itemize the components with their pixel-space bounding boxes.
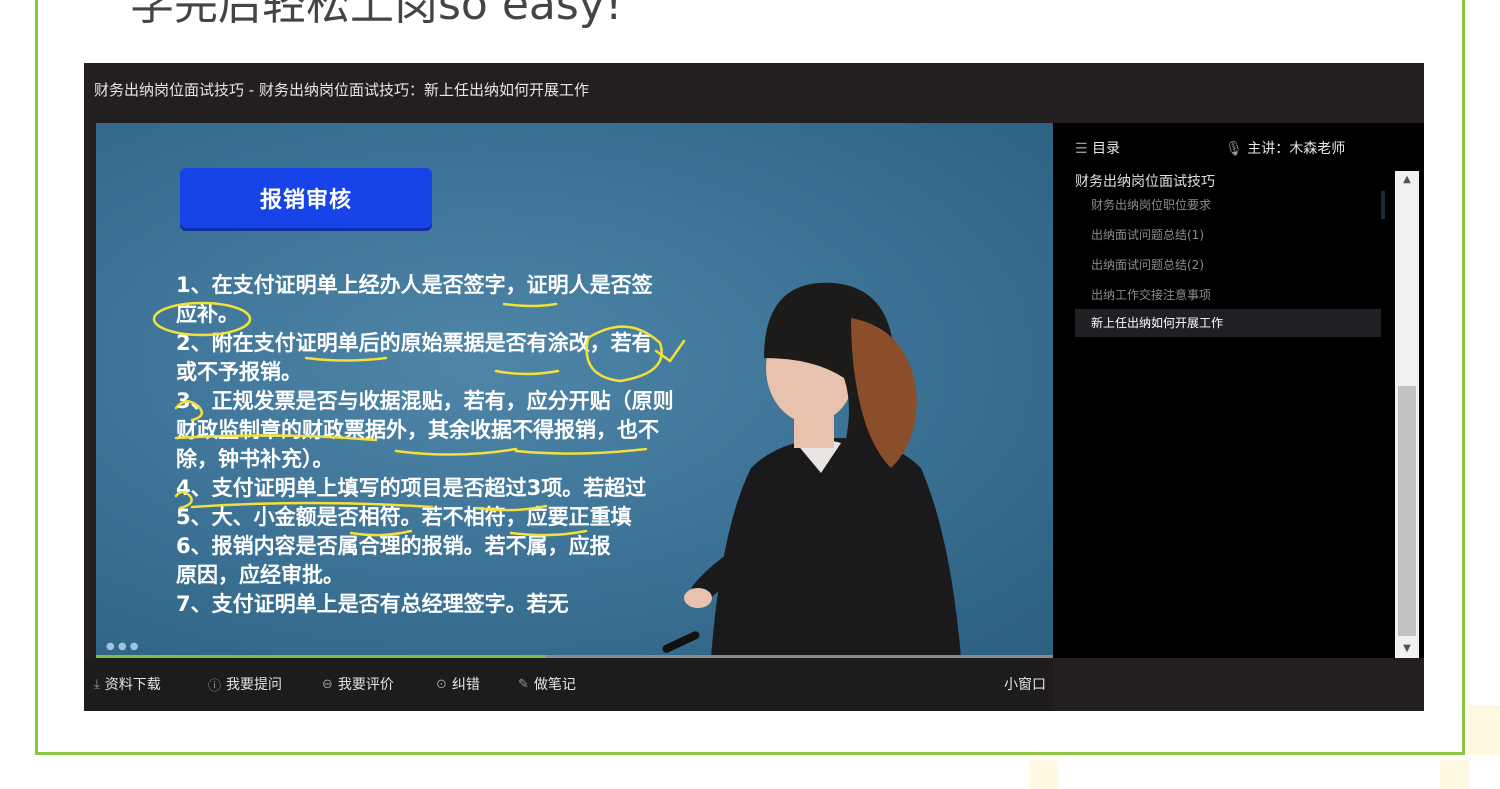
pen-icon: ✎ — [518, 676, 529, 692]
teacher-info: 🎙 主讲：木森老师 — [1225, 138, 1345, 158]
scroll-up-icon[interactable]: ▲ — [1395, 171, 1419, 189]
scroll-down-icon[interactable]: ▼ — [1395, 640, 1419, 658]
progress-indicator-dots: ● ● ● — [106, 641, 139, 652]
scrollbar-thumb[interactable] — [1398, 386, 1416, 636]
take-notes-button[interactable]: ✎ 做笔记 — [518, 674, 576, 694]
mini-window-button[interactable]: 小窗口 — [1004, 674, 1046, 694]
sidebar-scrollbar[interactable]: ▲ ▼ — [1395, 171, 1419, 658]
question-icon: ⓘ — [208, 678, 222, 694]
lesson-item[interactable]: 出纳工作交接注意事项 — [1075, 281, 1381, 309]
control-bar: ⤓ 资料下载 ⓘ 我要提问 ⊖ 我要评价 ⊙ 纠错 ✎ 做笔记 小窗口 — [84, 659, 1053, 711]
list-icon: ☰ — [1075, 141, 1088, 157]
video-player: 财务出纳岗位面试技巧 - 财务出纳岗位面试技巧：新上任出纳如何开展工作 报销审核… — [84, 63, 1424, 711]
lesson-item[interactable]: 出纳面试问题总结(1) — [1075, 221, 1381, 249]
progress-fill — [96, 655, 546, 658]
review-label: 我要评价 — [337, 677, 394, 693]
catalog-label: 目录 — [1092, 141, 1121, 157]
download-button[interactable]: ⤓ 资料下载 — [94, 674, 161, 694]
lesson-item[interactable]: 财务出纳岗位职位要求 — [1075, 191, 1381, 219]
target-icon: ⊙ — [436, 676, 447, 692]
lesson-item-active[interactable]: 新上任出纳如何开展工作 — [1075, 309, 1381, 337]
report-label: 纠错 — [451, 677, 480, 693]
inner-scroll-indicator — [1381, 191, 1385, 219]
decor-square — [1440, 760, 1470, 789]
download-label: 资料下载 — [104, 677, 161, 693]
ask-label: 我要提问 — [226, 677, 283, 693]
comment-icon: ⊖ — [322, 676, 333, 692]
page-heading: 学完后轻松上岗so easy! — [130, 0, 623, 30]
catalog-sidebar: ☰ 目录 🎙 主讲：木森老师 财务出纳岗位面试技巧 财务出纳岗位职位要求 出纳面… — [1053, 123, 1424, 658]
microphone-icon: 🎙 — [1225, 141, 1243, 157]
video-area[interactable]: 报销审核 1、在支付证明单上经办人是否签字，证明人是否签 应补。 2、附在支付证… — [96, 123, 1053, 658]
teacher-label: 主讲：木森老师 — [1247, 141, 1346, 157]
catalog-tab[interactable]: ☰ 目录 — [1075, 138, 1120, 158]
mini-window-label: 小窗口 — [1004, 677, 1046, 693]
course-name: 财务出纳岗位面试技巧 — [1075, 174, 1215, 190]
decor-square — [1030, 760, 1058, 789]
instructor-figure — [662, 282, 961, 658]
download-icon: ⤓ — [94, 676, 100, 692]
report-error-button[interactable]: ⊙ 纠错 — [436, 674, 480, 694]
lesson-item[interactable]: 出纳面试问题总结(2) — [1075, 251, 1381, 279]
progress-bar[interactable] — [96, 655, 1053, 658]
notes-label: 做笔记 — [533, 677, 576, 693]
player-title: 财务出纳岗位面试技巧 - 财务出纳岗位面试技巧：新上任出纳如何开展工作 — [94, 81, 589, 99]
ask-question-button[interactable]: ⓘ 我要提问 — [208, 674, 282, 694]
decor-square — [1468, 705, 1500, 755]
review-button[interactable]: ⊖ 我要评价 — [322, 674, 394, 694]
